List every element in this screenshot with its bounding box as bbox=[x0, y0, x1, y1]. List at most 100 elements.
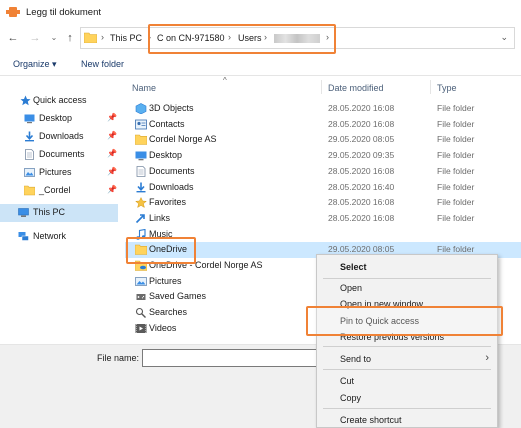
pin-highlight-box bbox=[306, 306, 503, 336]
nav-item-quick-access[interactable]: Quick access bbox=[0, 92, 118, 110]
navigation-pane: Quick access Desktop 📌 Downloads 📌 Docum… bbox=[0, 76, 125, 344]
links-icon bbox=[135, 214, 145, 223]
file-date: 28.05.2020 16:08 bbox=[328, 165, 395, 176]
pin-icon[interactable]: 📌 bbox=[107, 185, 117, 194]
file-name: Saved Games bbox=[149, 291, 207, 302]
recent-locations-chevron-icon[interactable]: ⌄ bbox=[47, 30, 61, 46]
menu-label: Send to bbox=[340, 354, 372, 364]
file-date: 28.05.2020 16:08 bbox=[328, 197, 395, 208]
file-name-input[interactable] bbox=[142, 349, 317, 367]
menu-label: Select bbox=[340, 262, 367, 272]
menu-separator bbox=[323, 408, 491, 409]
column-divider[interactable] bbox=[321, 80, 322, 94]
network-icon bbox=[18, 232, 29, 241]
file-type: File folder bbox=[437, 244, 475, 255]
menu-separator bbox=[323, 346, 491, 347]
nav-label: Pictures bbox=[39, 167, 72, 177]
up-arrow-icon[interactable]: ↑ bbox=[63, 30, 77, 46]
file-type: File folder bbox=[437, 165, 475, 176]
file-name: Documents bbox=[149, 165, 195, 176]
nav-label: Quick access bbox=[33, 95, 87, 105]
file-type: File folder bbox=[437, 134, 475, 145]
column-header-type[interactable]: Type bbox=[437, 83, 457, 93]
nav-item-cordel[interactable]: _Cordel 📌 bbox=[0, 182, 118, 200]
menu-label: Cut bbox=[340, 376, 355, 386]
column-header-name[interactable]: Name bbox=[132, 83, 156, 93]
column-divider[interactable] bbox=[430, 80, 431, 94]
nav-item-network[interactable]: Network bbox=[0, 228, 118, 246]
pin-icon[interactable]: 📌 bbox=[107, 149, 117, 158]
file-name: Pictures bbox=[149, 275, 182, 286]
menu-item-create-shortcut[interactable]: Create shortcut bbox=[317, 412, 497, 428]
menu-item-select[interactable]: Select bbox=[317, 259, 497, 275]
menu-label: Create shortcut bbox=[340, 415, 402, 425]
saved-games-icon bbox=[136, 294, 146, 301]
menu-item-open[interactable]: Open bbox=[317, 280, 497, 296]
pin-icon[interactable]: 📌 bbox=[107, 167, 117, 176]
nav-item-desktop[interactable]: Desktop 📌 bbox=[0, 110, 118, 128]
file-date: 28.05.2020 16:08 bbox=[328, 118, 395, 129]
nav-label: Desktop bbox=[39, 113, 73, 123]
favorites-icon bbox=[135, 197, 147, 209]
computer-icon bbox=[18, 208, 29, 217]
nav-item-downloads[interactable]: Downloads 📌 bbox=[0, 128, 118, 146]
command-toolbar: Organize ▾ New folder bbox=[0, 54, 521, 76]
file-row[interactable]: Favorites 28.05.2020 16:08 File folder bbox=[125, 195, 521, 211]
pin-icon[interactable]: 📌 bbox=[107, 113, 117, 122]
file-name: Cordel Norge AS bbox=[149, 134, 217, 145]
star-icon bbox=[20, 95, 31, 106]
menu-label: Open bbox=[340, 283, 363, 293]
menu-item-cut[interactable]: Cut bbox=[317, 373, 497, 389]
download-icon bbox=[25, 131, 34, 142]
downloads-icon bbox=[136, 182, 146, 192]
file-row[interactable]: Downloads 28.05.2020 16:40 File folder bbox=[125, 180, 521, 196]
menu-separator bbox=[323, 369, 491, 370]
nav-label: This PC bbox=[33, 207, 66, 217]
file-type: File folder bbox=[437, 197, 475, 208]
file-name: Videos bbox=[149, 322, 177, 333]
forward-arrow-icon[interactable]: → bbox=[28, 30, 42, 46]
menu-item-send-to[interactable]: Send to › bbox=[317, 351, 497, 367]
file-name: Links bbox=[149, 212, 171, 223]
onedrive-highlight-box bbox=[126, 237, 196, 264]
address-highlight-box bbox=[148, 24, 336, 54]
file-date: 28.05.2020 16:40 bbox=[328, 181, 395, 192]
nav-item-pictures[interactable]: Pictures 📌 bbox=[0, 164, 118, 182]
nav-item-documents[interactable]: Documents 📌 bbox=[0, 146, 118, 164]
back-arrow-icon[interactable]: ← bbox=[6, 30, 20, 46]
nav-label: Downloads bbox=[39, 131, 84, 141]
objects3d-icon bbox=[135, 103, 147, 114]
folder-icon bbox=[24, 185, 35, 196]
file-name: Favorites bbox=[149, 197, 187, 208]
file-row[interactable]: Links 28.05.2020 16:08 File folder bbox=[125, 211, 521, 227]
file-row[interactable]: Desktop 29.05.2020 09:35 File folder bbox=[125, 148, 521, 164]
new-folder-button[interactable]: New folder bbox=[81, 59, 124, 69]
searches-icon bbox=[135, 308, 146, 319]
file-row[interactable]: Documents 28.05.2020 16:08 File folder bbox=[125, 164, 521, 180]
file-type: File folder bbox=[437, 103, 475, 113]
document-icon bbox=[25, 149, 34, 160]
file-name: Searches bbox=[149, 307, 188, 318]
file-name: 3D Objects bbox=[149, 103, 194, 113]
nav-label: Network bbox=[33, 231, 67, 241]
column-header-date[interactable]: Date modified bbox=[328, 83, 384, 93]
file-row[interactable]: Cordel Norge AS 29.05.2020 08:05 File fold… bbox=[125, 132, 521, 148]
file-date: 29.05.2020 08:05 bbox=[328, 244, 395, 255]
file-name-label: File name: bbox=[97, 353, 140, 363]
organize-button[interactable]: Organize ▾ bbox=[13, 59, 57, 70]
file-row[interactable]: 3D Objects 28.05.2020 16:08 File folder bbox=[125, 101, 521, 117]
submenu-arrow-icon: › bbox=[485, 352, 489, 364]
file-row[interactable]: Contacts 28.05.2020 16:08 File folder bbox=[125, 117, 521, 133]
file-name: Downloads bbox=[149, 181, 194, 192]
address-dropdown-icon[interactable]: ⌄ bbox=[500, 32, 508, 43]
desktop-icon bbox=[135, 151, 147, 161]
folder-icon bbox=[84, 32, 97, 43]
pin-icon[interactable]: 📌 bbox=[107, 131, 117, 140]
breadcrumb-this-pc[interactable]: This PC bbox=[110, 33, 142, 43]
pictures-icon bbox=[24, 168, 35, 177]
menu-item-copy[interactable]: Copy bbox=[317, 390, 497, 406]
file-name: Desktop bbox=[149, 150, 183, 161]
file-type: File folder bbox=[437, 212, 475, 223]
app-icon bbox=[6, 7, 20, 17]
nav-item-this-pc[interactable]: This PC bbox=[0, 204, 118, 222]
